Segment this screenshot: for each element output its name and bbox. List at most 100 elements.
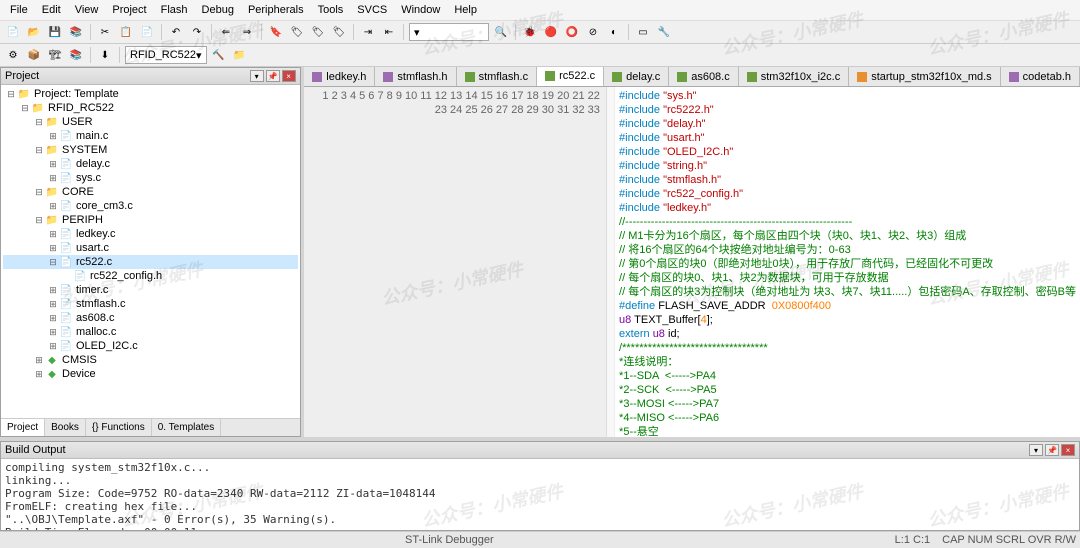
tree-node[interactable]: 📄rc522_config.h — [3, 269, 298, 283]
tree-node[interactable]: ⊞📄ledkey.c — [3, 227, 298, 241]
manage-icon[interactable]: 📁 — [231, 46, 249, 64]
menu-help[interactable]: Help — [448, 2, 483, 18]
target-combo[interactable]: RFID_RC522▾ — [125, 46, 207, 64]
tree-node[interactable]: ⊞📄usart.c — [3, 241, 298, 255]
bp-enable-icon[interactable]: ◐ — [605, 23, 623, 41]
tree-node[interactable]: ⊞📄sys.c — [3, 171, 298, 185]
bookmark-next-icon[interactable]: 🏷 — [309, 23, 327, 41]
tree-node[interactable]: ⊞📄main.c — [3, 129, 298, 143]
find-icon[interactable]: 🔍 — [492, 23, 510, 41]
cut-icon[interactable]: ✂ — [96, 23, 114, 41]
copy-icon[interactable]: 📋 — [117, 23, 135, 41]
tree-toggle-icon[interactable]: ⊞ — [33, 355, 45, 366]
nav-back-icon[interactable]: ⇐ — [217, 23, 235, 41]
tree-toggle-icon[interactable]: ⊞ — [47, 299, 59, 310]
project-tab[interactable]: 0. Templates — [152, 419, 222, 436]
undo-icon[interactable]: ↶ — [167, 23, 185, 41]
rebuild-icon[interactable]: 🏗 — [46, 46, 64, 64]
tree-node[interactable]: ⊟📁SYSTEM — [3, 143, 298, 157]
tree-node[interactable]: ⊞📄OLED_I2C.c — [3, 339, 298, 353]
bp-kill-icon[interactable]: ⊘ — [584, 23, 602, 41]
tree-toggle-icon[interactable]: ⊟ — [33, 215, 45, 226]
build-icon[interactable]: 📦 — [25, 46, 43, 64]
bookmark-clear-icon[interactable]: 🏷 — [330, 23, 348, 41]
debug-icon[interactable]: 🐞 — [521, 23, 539, 41]
editor-tab[interactable]: stmflash.h — [375, 67, 456, 86]
tree-node[interactable]: ⊟📁PERIPH — [3, 213, 298, 227]
tree-toggle-icon[interactable]: ⊟ — [19, 103, 31, 114]
save-all-icon[interactable]: 📚 — [67, 23, 85, 41]
code-editor[interactable]: 1 2 3 4 5 6 7 8 9 10 11 12 13 14 15 16 1… — [304, 87, 1080, 437]
tree-toggle-icon[interactable]: ⊞ — [47, 285, 59, 296]
editor-tab[interactable]: as608.c — [669, 67, 739, 86]
bo-pin-icon[interactable]: 📌 — [1045, 444, 1059, 456]
menu-file[interactable]: File — [4, 2, 34, 18]
tree-toggle-icon[interactable]: ⊞ — [47, 173, 59, 184]
redo-icon[interactable]: ↷ — [188, 23, 206, 41]
find-combo[interactable]: ▾ — [409, 23, 489, 41]
menu-edit[interactable]: Edit — [36, 2, 67, 18]
tree-node[interactable]: ⊟📄rc522.c — [3, 255, 298, 269]
bookmark-icon[interactable]: 🔖 — [267, 23, 285, 41]
panel-close-icon[interactable]: × — [282, 70, 296, 82]
menu-tools[interactable]: Tools — [312, 2, 350, 18]
window-icon[interactable]: ▭ — [634, 23, 652, 41]
menu-flash[interactable]: Flash — [155, 2, 194, 18]
tree-node[interactable]: ⊞📄as608.c — [3, 311, 298, 325]
tree-node[interactable]: ⊞📄delay.c — [3, 157, 298, 171]
tree-toggle-icon[interactable]: ⊞ — [47, 131, 59, 142]
tree-node[interactable]: ⊟📁USER — [3, 115, 298, 129]
editor-tab[interactable]: stm32f10x_i2c.c — [739, 67, 849, 86]
editor-tab[interactable]: rc522.c — [537, 67, 604, 87]
editor-tab[interactable]: codetab.h — [1001, 67, 1080, 86]
tree-node[interactable]: ⊞📄core_cm3.c — [3, 199, 298, 213]
project-tab[interactable]: Books — [45, 419, 86, 436]
tree-toggle-icon[interactable]: ⊟ — [33, 145, 45, 156]
editor-tab[interactable]: delay.c — [604, 67, 669, 86]
tree-toggle-icon[interactable]: ⊞ — [47, 159, 59, 170]
indent-icon[interactable]: ⇥ — [359, 23, 377, 41]
bp-disable-icon[interactable]: ⭕ — [563, 23, 581, 41]
tree-toggle-icon[interactable]: ⊞ — [33, 369, 45, 380]
tree-toggle-icon[interactable]: ⊟ — [47, 257, 59, 268]
tree-toggle-icon[interactable]: ⊞ — [47, 313, 59, 324]
editor-tab[interactable]: startup_stm32f10x_md.s — [849, 67, 1000, 86]
bo-dropdown-icon[interactable]: ▾ — [1029, 444, 1043, 456]
tree-node[interactable]: ⊞◆CMSIS — [3, 353, 298, 367]
tree-node[interactable]: ⊞◆Device — [3, 367, 298, 381]
download-icon[interactable]: ⬇ — [96, 46, 114, 64]
editor-tab[interactable]: ledkey.h — [304, 67, 375, 86]
open-icon[interactable]: 📂 — [25, 23, 43, 41]
tree-node[interactable]: ⊟📁CORE — [3, 185, 298, 199]
tree-toggle-icon[interactable]: ⊞ — [47, 341, 59, 352]
tree-toggle-icon[interactable]: ⊟ — [33, 117, 45, 128]
target-options-icon[interactable]: 🔨 — [210, 46, 228, 64]
tree-node[interactable]: ⊞📄timer.c — [3, 283, 298, 297]
bookmark-prev-icon[interactable]: 🏷 — [288, 23, 306, 41]
bo-close-icon[interactable]: × — [1061, 444, 1075, 456]
save-icon[interactable]: 💾 — [46, 23, 64, 41]
menu-project[interactable]: Project — [106, 2, 152, 18]
panel-dropdown-icon[interactable]: ▾ — [250, 70, 264, 82]
tree-toggle-icon[interactable]: ⊞ — [47, 201, 59, 212]
source-text[interactable]: #include "sys.h" #include "rc5222.h" #in… — [615, 87, 1080, 437]
tree-node[interactable]: ⊟📁RFID_RC522 — [3, 101, 298, 115]
menu-peripherals[interactable]: Peripherals — [242, 2, 310, 18]
config-icon[interactable]: 🔧 — [655, 23, 673, 41]
fold-column[interactable] — [607, 87, 615, 437]
menu-view[interactable]: View — [69, 2, 105, 18]
outdent-icon[interactable]: ⇤ — [380, 23, 398, 41]
project-tab[interactable]: {} Functions — [86, 419, 152, 436]
menu-svcs[interactable]: SVCS — [351, 2, 393, 18]
paste-icon[interactable]: 📄 — [138, 23, 156, 41]
editor-tab[interactable]: stmflash.c — [457, 67, 538, 86]
tree-toggle-icon[interactable]: ⊞ — [47, 243, 59, 254]
tree-toggle-icon[interactable]: ⊞ — [47, 327, 59, 338]
breakpoint-icon[interactable]: 🔴 — [542, 23, 560, 41]
panel-pin-icon[interactable]: 📌 — [266, 70, 280, 82]
menu-window[interactable]: Window — [395, 2, 446, 18]
tree-node[interactable]: ⊞📄malloc.c — [3, 325, 298, 339]
nav-fwd-icon[interactable]: ⇒ — [238, 23, 256, 41]
tree-node[interactable]: ⊞📄stmflash.c — [3, 297, 298, 311]
menu-debug[interactable]: Debug — [196, 2, 240, 18]
